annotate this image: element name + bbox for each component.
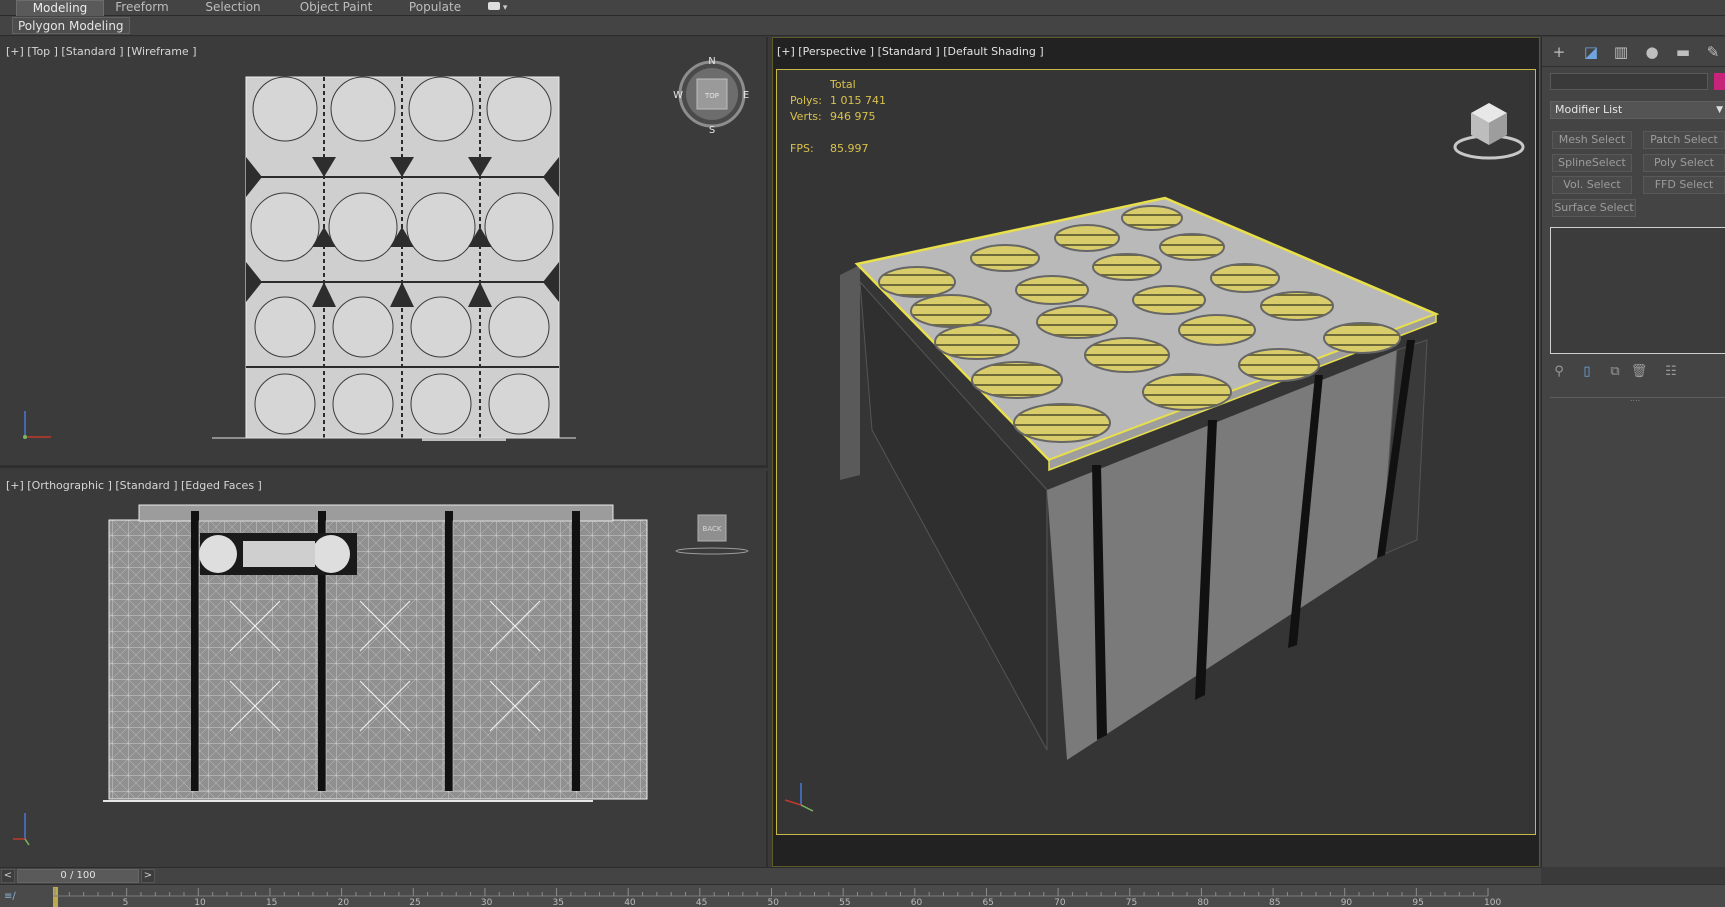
ribbon-tabs: Modeling Freeform Selection Object Paint… <box>0 0 1725 16</box>
perspective-active-frame[interactable]: Total Polys: 1 015 741 Verts: 946 975 FPS:… <box>776 69 1536 835</box>
modify-icon[interactable]: ◪ <box>1580 43 1602 61</box>
tick-label: 35 <box>552 898 564 907</box>
compass-s: S <box>709 125 715 136</box>
tick-label: 60 <box>910 898 923 907</box>
vol-select-button[interactable]: Vol. Select <box>1552 176 1632 194</box>
tick-label: 10 <box>194 898 206 907</box>
ribbon-icon <box>488 2 500 10</box>
command-panel-tabs: + ◪ ▥ ● ▬ ✎ <box>1542 37 1725 67</box>
top-compass: TOP N S E W <box>673 56 749 136</box>
ribbon-panel-bar: Polygon Modeling <box>0 16 1725 36</box>
tick-label: 70 <box>1054 898 1066 907</box>
compass-w: W <box>673 90 683 101</box>
surface-select-button[interactable]: Surface Select <box>1552 199 1636 217</box>
hierarchy-icon[interactable]: ▥ <box>1610 43 1632 61</box>
tick-label: 65 <box>982 898 994 907</box>
prev-frame-button[interactable]: < <box>1 869 15 883</box>
create-icon[interactable]: + <box>1548 43 1570 61</box>
tick-label: 50 <box>767 898 779 907</box>
polygon-modeling-button[interactable]: Polygon Modeling <box>12 17 130 34</box>
ffd-select-button[interactable]: FFD Select <box>1643 176 1725 194</box>
mesh-select-button[interactable]: Mesh Select <box>1552 131 1632 149</box>
chevron-down-icon: ▼ <box>1716 105 1723 115</box>
tab-freeform[interactable]: Freeform <box>104 0 180 16</box>
object-color-swatch[interactable] <box>1714 73 1725 90</box>
track-ticks <box>53 888 1489 897</box>
spline-select-button[interactable]: SplineSelect <box>1552 154 1632 172</box>
ortho-object-mesh <box>108 519 648 800</box>
modifier-list-label: Modifier List <box>1555 103 1623 116</box>
tab-modeling[interactable]: Modeling <box>16 0 104 16</box>
patch-select-button[interactable]: Patch Select <box>1643 131 1725 149</box>
tick-label: 15 <box>265 898 278 907</box>
tick-label: 45 <box>695 898 708 907</box>
tick-label: 85 <box>1269 898 1281 907</box>
tab-object-paint[interactable]: Object Paint <box>290 0 382 16</box>
tick-label: 20 <box>337 898 350 907</box>
tab-selection[interactable]: Selection <box>190 0 276 16</box>
tick-label: 90 <box>1340 898 1353 907</box>
view-cube-back-label: BACK <box>703 525 722 533</box>
motion-icon[interactable]: ● <box>1641 43 1663 61</box>
tick-label: 30 <box>480 898 493 907</box>
show-end-result-icon[interactable]: ▯ <box>1578 363 1596 381</box>
tick-label: 80 <box>1197 898 1209 907</box>
tick-label: 75 <box>1125 898 1138 907</box>
viewport-persp-label[interactable]: [+] [Perspective ] [Standard ] [Default … <box>777 45 1044 58</box>
tick-label: 95 <box>1412 898 1424 907</box>
utilities-icon[interactable]: ✎ <box>1702 43 1724 61</box>
ortho-wireframe-view: BACK <box>13 504 749 846</box>
modifier-stack[interactable] <box>1550 227 1725 354</box>
tick-label: 5 <box>122 898 129 907</box>
tick-label: 55 <box>839 898 851 907</box>
time-slider-bar: < 0 / 100 > <box>0 867 1541 884</box>
viewport-orthographic[interactable]: [+] [Orthographic ] [Standard ] [Edged F… <box>0 471 768 867</box>
remove-modifier-icon[interactable]: 🗑 <box>1630 363 1648 381</box>
object-name-field[interactable] <box>1550 73 1708 90</box>
perspective-shaded-view <box>784 103 1525 812</box>
viewport-perspective[interactable]: [+] [Perspective ] [Standard ] [Default … <box>772 37 1540 867</box>
make-unique-icon[interactable]: ⧉ <box>1606 363 1624 381</box>
axis-gizmo-icon <box>13 813 30 846</box>
tick-label: 40 <box>624 898 636 907</box>
track-bar[interactable]: ≡∕ 5 10 15 20 25 30 35 40 45 50 55 60 65 70 75 80 85 90 95… <box>0 884 1725 907</box>
display-icon[interactable]: ▬ <box>1672 43 1694 61</box>
poly-select-button[interactable]: Poly Select <box>1643 154 1725 172</box>
configure-modifier-sets-icon[interactable]: ☷ <box>1662 363 1680 381</box>
axis-gizmo-icon <box>23 411 51 439</box>
pin-stack-icon[interactable]: ⚲ <box>1550 363 1568 381</box>
axis-gizmo-icon <box>784 783 814 812</box>
modifier-list-dropdown[interactable]: Modifier List ▼ <box>1550 101 1725 119</box>
compass-e: E <box>743 90 749 101</box>
view-cube-top-label: TOP <box>704 92 719 100</box>
command-panel: + ◪ ▥ ● ▬ ✎ Modifier List ▼ Mesh Select … <box>1541 37 1725 867</box>
rollout-handle-icon[interactable]: .... <box>1630 394 1640 403</box>
top-wireframe-view: TOP N S E W <box>23 56 749 441</box>
ribbon-options-dropdown[interactable]: ▾ <box>488 2 510 13</box>
viewport-top[interactable]: [+] [Top ] [Standard ] [Wireframe ] TOP … <box>0 37 768 468</box>
tick-label: 25 <box>409 898 421 907</box>
tick-label: 100 <box>1484 898 1502 907</box>
chevron-down-icon: ▾ <box>502 3 508 13</box>
tab-populate[interactable]: Populate <box>398 0 472 16</box>
time-slider[interactable]: 0 / 100 <box>17 869 139 883</box>
perspective-view-cube-icon <box>1453 103 1525 160</box>
next-frame-button[interactable]: > <box>141 869 155 883</box>
back-view-cube: BACK <box>675 514 749 555</box>
compass-n: N <box>708 56 715 67</box>
